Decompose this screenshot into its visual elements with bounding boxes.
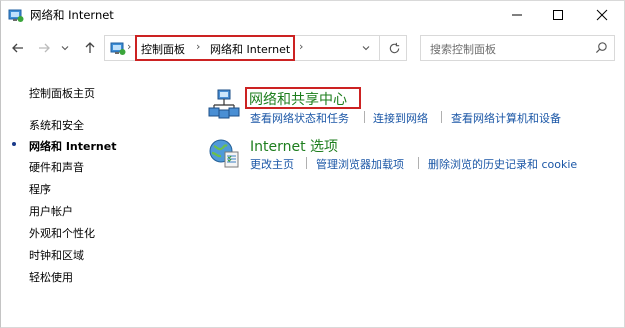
sidebar-item-network-internet[interactable]: 网络和 Internet	[29, 138, 116, 154]
sidebar-item-clock-region[interactable]: 时钟和区域	[29, 247, 84, 263]
address-dropdown-button[interactable]	[356, 39, 376, 57]
address-divider	[379, 35, 380, 61]
control-panel-icon	[8, 7, 24, 23]
maximize-button[interactable]	[535, 0, 581, 30]
link-divider	[441, 111, 442, 123]
link-divider	[364, 111, 365, 123]
link-delete-browsing-history[interactable]: 删除浏览的历史记录和 cookie	[428, 156, 577, 172]
network-sharing-center-icon[interactable]	[208, 88, 240, 120]
link-view-network-computers[interactable]: 查看网络计算机和设备	[451, 110, 561, 126]
breadcrumb-separator-icon[interactable]: ›	[299, 40, 303, 53]
category-title-internet-options[interactable]: Internet 选项	[250, 136, 338, 156]
back-button[interactable]	[8, 38, 28, 58]
control-panel-icon	[110, 40, 126, 56]
chevron-down-icon	[61, 46, 69, 51]
sidebar-item-programs[interactable]: 程序	[29, 181, 51, 197]
refresh-button[interactable]	[384, 39, 404, 57]
breadcrumb-separator-icon: ›	[127, 40, 132, 53]
minimize-button[interactable]	[494, 0, 540, 30]
close-button[interactable]	[579, 0, 625, 30]
window-title: 网络和 Internet	[30, 8, 114, 22]
up-button[interactable]	[80, 38, 100, 58]
refresh-icon	[389, 42, 399, 53]
internet-options-icon[interactable]	[208, 137, 240, 169]
arrow-right-icon	[39, 43, 50, 53]
link-divider	[306, 157, 307, 169]
recent-locations-button[interactable]	[58, 38, 72, 58]
sidebar-item-appearance[interactable]: 外观和个性化	[29, 225, 95, 241]
current-item-bullet	[12, 142, 16, 146]
breadcrumb-highlight-box	[135, 35, 295, 61]
arrow-up-icon	[85, 42, 95, 53]
link-divider	[418, 157, 419, 169]
arrow-left-icon	[12, 43, 23, 53]
sidebar-item-ease-of-access[interactable]: 轻松使用	[29, 269, 73, 285]
search-input[interactable]: 搜索控制面板	[430, 41, 496, 57]
link-manage-add-ons[interactable]: 管理浏览器加载项	[316, 156, 404, 172]
chevron-down-icon	[362, 46, 370, 51]
search-icon[interactable]	[595, 41, 609, 55]
sidebar-item-home[interactable]: 控制面板主页	[29, 85, 95, 101]
network-sharing-center-highlight-box	[245, 87, 361, 109]
link-view-network-status[interactable]: 查看网络状态和任务	[250, 110, 349, 126]
sidebar-item-system-security[interactable]: 系统和安全	[29, 117, 84, 133]
forward-button[interactable]	[34, 38, 54, 58]
sidebar-item-user-accounts[interactable]: 用户帐户	[29, 203, 73, 219]
link-connect-to-network[interactable]: 连接到网络	[373, 110, 428, 126]
link-change-home-page[interactable]: 更改主页	[250, 156, 294, 172]
sidebar-item-hardware-sound[interactable]: 硬件和声音	[29, 159, 84, 175]
